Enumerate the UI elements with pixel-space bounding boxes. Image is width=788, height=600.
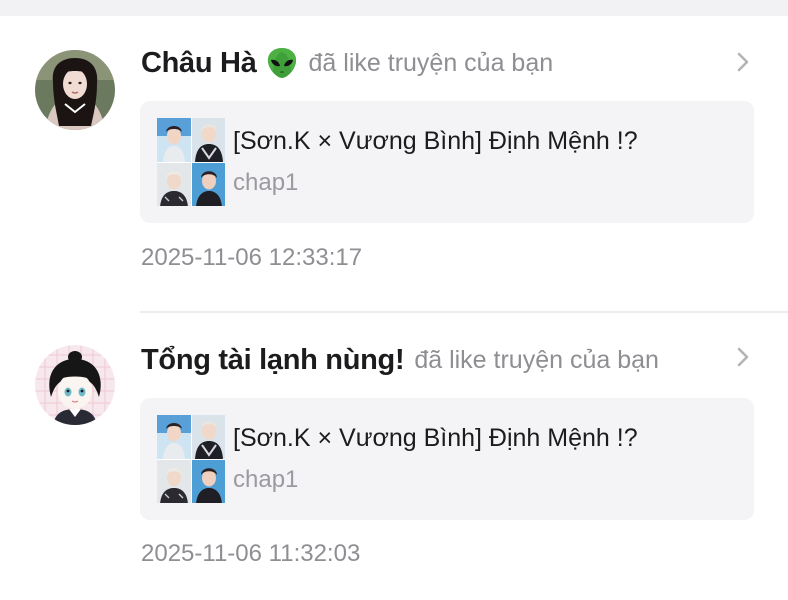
story-title[interactable]: [Sơn.K × Vương Bình] Định Mệnh !?	[233, 424, 638, 453]
cover-photo-1	[157, 118, 191, 162]
action-text: đã like truyện của bạn	[414, 345, 659, 374]
alien-emoji-icon	[265, 46, 299, 80]
chevron-right-icon[interactable]	[733, 49, 753, 75]
notification-headline: Châu Hà đã like truyện của bạn	[141, 43, 553, 83]
user-name[interactable]: Tổng tài lạnh nùng!	[141, 344, 405, 377]
user-name[interactable]: Châu Hà	[141, 47, 257, 80]
action-text: đã like truyện của bạn	[308, 48, 554, 77]
chapter-label: chap1	[233, 466, 299, 493]
chevron-right-icon[interactable]	[733, 344, 753, 370]
cover-photo-3	[157, 459, 191, 503]
notification-headline: Tổng tài lạnh nùng! đã like truyện của b…	[141, 340, 659, 380]
cover-photo-3	[157, 162, 191, 206]
cover-photo-1	[157, 415, 191, 459]
notification-item[interactable]: Châu Hà đã like truyện của bạn [Sơn.K × …	[0, 16, 788, 306]
notification-item[interactable]: Tổng tài lạnh nùng! đã like truyện của b…	[0, 312, 788, 600]
cover-photo-2	[191, 118, 225, 162]
story-card[interactable]: [Sơn.K × Vương Bình] Định Mệnh !? chap1	[140, 101, 754, 223]
cover-photo-4	[191, 459, 225, 503]
story-cover	[157, 118, 225, 206]
timestamp: 2025-11-06 11:32:03	[141, 540, 361, 567]
story-card[interactable]: [Sơn.K × Vương Bình] Định Mệnh !? chap1	[140, 398, 754, 520]
avatar[interactable]	[35, 50, 115, 130]
avatar[interactable]	[35, 345, 115, 425]
cover-photo-2	[191, 415, 225, 459]
story-cover	[157, 415, 225, 503]
story-title[interactable]: [Sơn.K × Vương Bình] Định Mệnh !?	[233, 127, 638, 156]
avatar-photo-icon	[35, 50, 115, 130]
chapter-label: chap1	[233, 169, 299, 196]
cover-photo-4	[191, 162, 225, 206]
avatar-anime-icon	[35, 345, 115, 425]
timestamp: 2025-11-06 12:33:17	[141, 244, 363, 271]
top-band	[0, 0, 788, 16]
